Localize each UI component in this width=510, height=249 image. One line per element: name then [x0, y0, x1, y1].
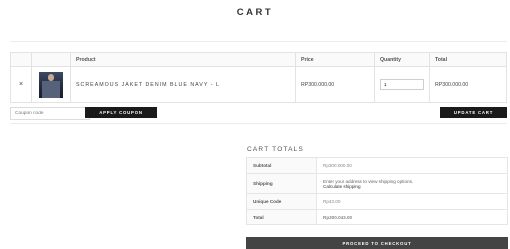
header-thumbnail: [31, 52, 71, 67]
title-divider: [10, 41, 507, 42]
unique-code-row: Unique Code Rp43.00: [246, 193, 508, 210]
shipping-label: Shipping: [246, 173, 317, 194]
coupon-code-input[interactable]: [10, 107, 90, 120]
subtotal-value: Rp300.000.00: [316, 157, 508, 174]
subtotal-row: Subtotal Rp300.000.00: [246, 157, 508, 174]
header-quantity: Quantity: [374, 52, 430, 67]
subtotal-label: Subtotal: [246, 157, 317, 174]
unique-code-label: Unique Code: [246, 193, 317, 210]
order-total-value: Rp300.043.00: [316, 209, 508, 225]
proceed-to-checkout-button[interactable]: PROCEED TO CHECKOUT: [246, 237, 508, 249]
header-total: Total: [429, 52, 507, 67]
product-name-link[interactable]: SCREAMOUS JAKET DENIM BLUE NAVY - L: [70, 66, 296, 103]
actions-divider: [10, 123, 507, 124]
product-subtotal: RP300.000.00: [429, 66, 507, 103]
calculate-shipping-link[interactable]: Calculate shipping: [323, 184, 501, 189]
apply-coupon-button[interactable]: APPLY COUPON: [85, 107, 157, 118]
product-price: RP300.000.00: [295, 66, 375, 103]
header-product: Product: [70, 52, 296, 67]
shipping-row: Shipping Enter your address to view ship…: [246, 173, 508, 194]
quantity-input[interactable]: [380, 79, 424, 90]
header-price: Price: [295, 52, 375, 67]
cart-totals-table: Subtotal Rp300.000.00 Shipping Enter you…: [246, 157, 508, 225]
page-title: CART: [236, 7, 274, 18]
header-remove: [10, 52, 32, 67]
shipping-cell: Enter your address to view shipping opti…: [316, 173, 508, 194]
quantity-cell: [374, 66, 430, 103]
cart-totals-title: CART TOTALS: [247, 146, 305, 153]
product-thumbnail[interactable]: [39, 71, 63, 98]
order-total-row: Total Rp300.043.00: [246, 209, 508, 225]
remove-item-icon[interactable]: ×: [10, 66, 32, 103]
cart-table: Product Price Quantity Total × SCREAMOUS…: [10, 52, 507, 103]
cart-row: × SCREAMOUS JAKET DENIM BLUE NAVY - L RP…: [10, 66, 507, 103]
product-thumbnail-cell: [31, 66, 71, 103]
order-total-label: Total: [246, 209, 317, 225]
cart-table-header: Product Price Quantity Total: [10, 52, 507, 67]
unique-code-value: Rp43.00: [316, 193, 508, 210]
update-cart-button[interactable]: UPDATE CART: [440, 107, 507, 118]
